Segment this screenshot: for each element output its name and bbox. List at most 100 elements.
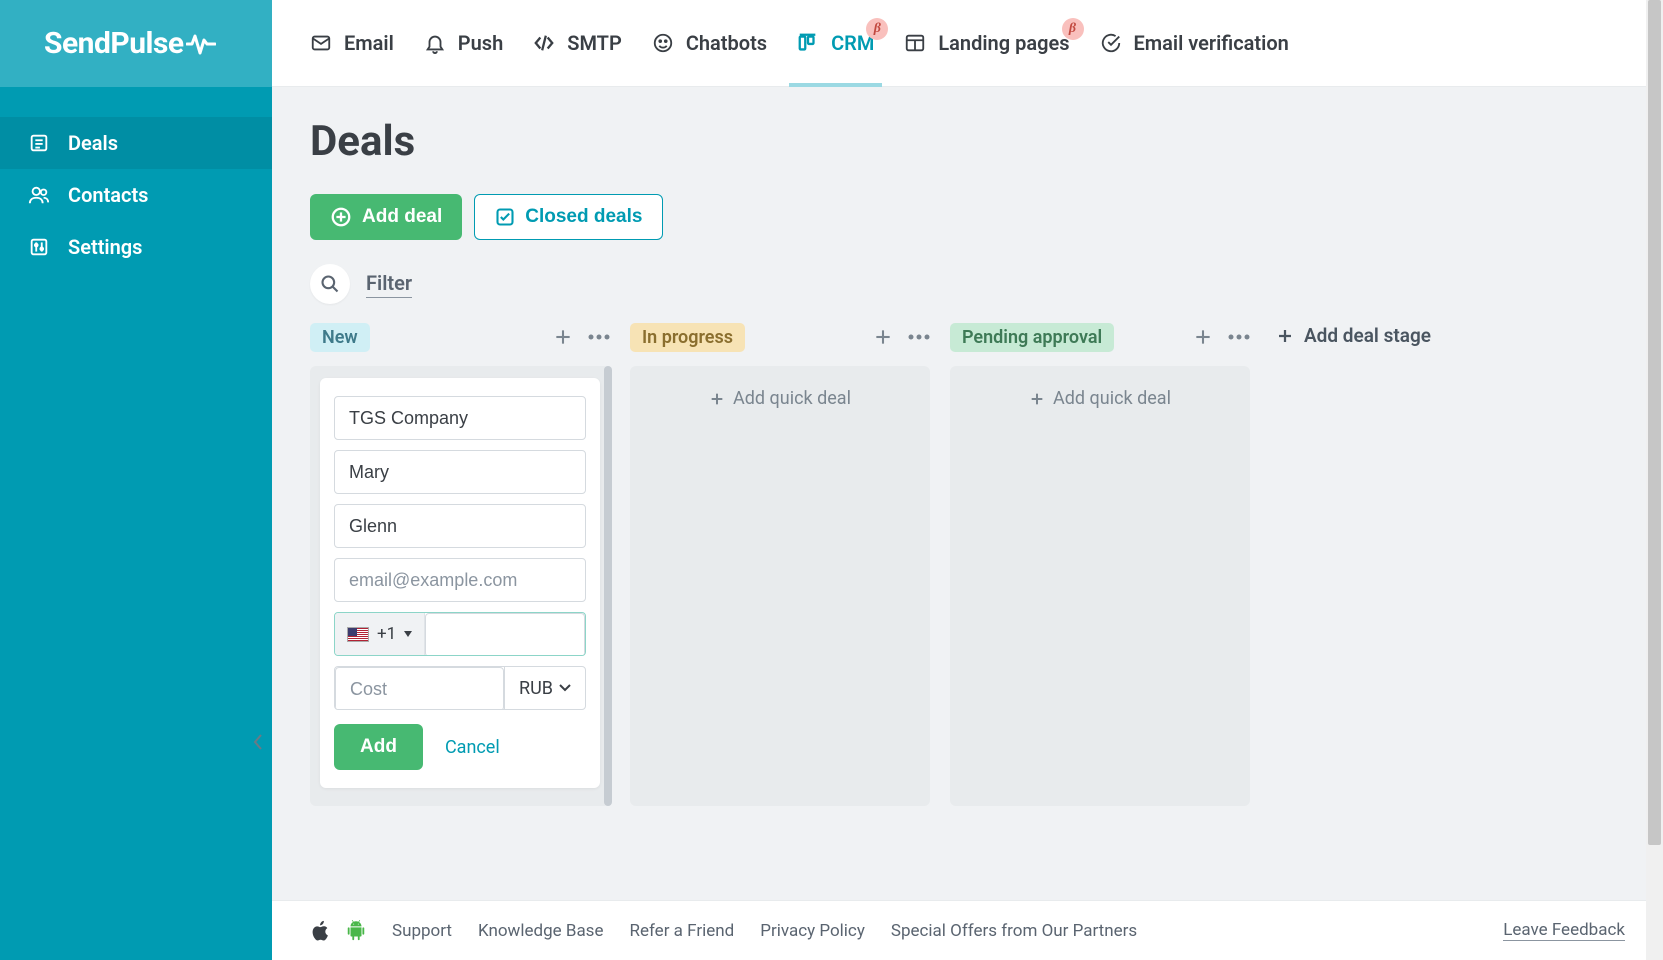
form-actions: Add Cancel (334, 724, 586, 770)
phone-field: +1 (334, 612, 586, 656)
add-deal-button[interactable]: Add deal (310, 194, 462, 240)
page-scrollbar[interactable] (1646, 0, 1663, 960)
footer-link-offers[interactable]: Special Offers from Our Partners (891, 921, 1137, 941)
layout-icon (904, 32, 926, 54)
column-new: New (310, 322, 610, 806)
check-square-icon (495, 207, 515, 227)
column-more-button[interactable] (588, 326, 610, 348)
list-icon (28, 132, 50, 154)
nav-email[interactable]: Email (310, 0, 394, 87)
nav-label: Landing pages (938, 31, 1069, 55)
sliders-icon (28, 236, 50, 258)
sidebar-item-deals[interactable]: Deals (0, 117, 272, 169)
column-title: New (310, 323, 370, 352)
search-button[interactable] (310, 264, 350, 304)
logo-area: SendPulse (0, 0, 272, 87)
filter-link[interactable]: Filter (366, 271, 412, 298)
column-body: Add quick deal (630, 366, 930, 806)
add-quick-deal-link[interactable]: Add quick deal (960, 378, 1240, 419)
add-deal-stage-button[interactable]: Add deal stage (1270, 322, 1437, 349)
plus-icon (1029, 391, 1045, 407)
button-label: Add deal (362, 206, 442, 228)
nav-crm[interactable]: CRM β (797, 0, 874, 87)
nav-label: Chatbots (686, 31, 767, 55)
nav-smtp[interactable]: SMTP (533, 0, 622, 87)
pulse-icon (186, 32, 216, 56)
bell-icon (424, 32, 446, 54)
scrollbar-thumb[interactable] (1648, 0, 1661, 845)
nav-label: Push (458, 31, 503, 55)
sidebar-item-contacts[interactable]: Contacts (0, 169, 272, 221)
beta-badge: β (1062, 18, 1084, 40)
nav-landing[interactable]: Landing pages β (904, 0, 1069, 87)
main: Email Push SMTP Chatbots CRM β Landin (272, 0, 1663, 960)
footer-link-kb[interactable]: Knowledge Base (478, 921, 603, 941)
check-circle-icon (1100, 32, 1122, 54)
sidebar-item-label: Deals (68, 131, 118, 155)
cost-input[interactable] (335, 667, 504, 710)
closed-deals-button[interactable]: Closed deals (474, 194, 663, 240)
column-add-button[interactable] (872, 326, 894, 348)
kanban-board: New (310, 322, 1625, 806)
sidebar-item-label: Contacts (68, 183, 148, 207)
column-actions (872, 326, 930, 348)
footer-link-support[interactable]: Support (392, 921, 452, 941)
phone-country-select[interactable]: +1 (335, 613, 425, 655)
column-body: Add quick deal (950, 366, 1250, 806)
apple-icon[interactable] (310, 920, 330, 942)
column-title: In progress (630, 323, 745, 352)
add-button[interactable]: Add (334, 724, 423, 770)
brand-logo: SendPulse (44, 26, 216, 61)
add-quick-deal-link[interactable]: Add quick deal (640, 378, 920, 419)
search-icon (320, 274, 340, 294)
footer-link-privacy[interactable]: Privacy Policy (760, 921, 865, 941)
link-label: Add quick deal (733, 388, 851, 409)
sidebar-item-settings[interactable]: Settings (0, 221, 272, 273)
column-add-button[interactable] (1192, 326, 1214, 348)
content: Deals Add deal Closed deals Filter (272, 87, 1663, 960)
lastname-input[interactable] (334, 504, 586, 548)
sidebar: SendPulse Deals Contacts (0, 0, 272, 960)
plus-circle-icon (330, 206, 352, 228)
footer-feedback-link[interactable]: Leave Feedback (1503, 920, 1625, 941)
email-icon (310, 32, 332, 54)
code-icon (533, 32, 555, 54)
flag-us-icon (347, 627, 369, 642)
nav-label: SMTP (567, 31, 622, 55)
footer-link-refer[interactable]: Refer a Friend (629, 921, 734, 941)
quick-deal-card: +1 RUB (320, 378, 600, 788)
plus-icon (709, 391, 725, 407)
link-label: Add deal stage (1304, 324, 1431, 347)
nav-verification[interactable]: Email verification (1100, 0, 1289, 87)
column-actions (552, 326, 610, 348)
beta-badge: β (866, 18, 888, 40)
side-nav: Deals Contacts Settings (0, 87, 272, 273)
phone-input[interactable] (425, 613, 585, 656)
nav-label: Email verification (1134, 31, 1289, 55)
nav-label: Email (344, 31, 394, 55)
column-more-button[interactable] (908, 326, 930, 348)
footer: Support Knowledge Base Refer a Friend Pr… (272, 900, 1663, 960)
nav-push[interactable]: Push (424, 0, 503, 87)
currency-label: RUB (519, 678, 553, 699)
cancel-link[interactable]: Cancel (445, 737, 500, 758)
currency-select[interactable]: RUB (504, 667, 585, 709)
column-pending: Pending approval Add quick deal (950, 322, 1250, 806)
firstname-input[interactable] (334, 450, 586, 494)
column-header: Pending approval (950, 322, 1250, 352)
collapse-sidebar-button[interactable] (252, 733, 264, 751)
email-input[interactable] (334, 558, 586, 602)
company-input[interactable] (334, 396, 586, 440)
cost-field: RUB (334, 666, 586, 710)
column-add-button[interactable] (552, 326, 574, 348)
toolbar: Add deal Closed deals (310, 194, 1625, 240)
chatbot-icon (652, 32, 674, 54)
nav-chatbots[interactable]: Chatbots (652, 0, 767, 87)
column-more-button[interactable] (1228, 326, 1250, 348)
column-inprogress: In progress Add quick deal (630, 322, 930, 806)
column-header: In progress (630, 322, 930, 352)
button-label: Closed deals (525, 206, 642, 228)
column-title: Pending approval (950, 323, 1114, 352)
topnav: Email Push SMTP Chatbots CRM β Landin (272, 0, 1663, 87)
android-icon[interactable] (346, 920, 366, 942)
